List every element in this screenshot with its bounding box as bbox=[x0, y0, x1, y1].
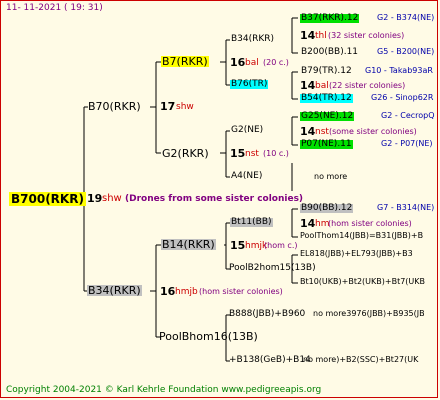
gen4-r7-queen[interactable]: G25(NE).12 bbox=[300, 112, 355, 121]
gen4-r3-queen[interactable]: B200(BB).11 bbox=[301, 48, 358, 57]
gen4-r5-note: (22 sister colonies) bbox=[329, 81, 406, 90]
gen4-r3-id: G5 - B200(NE) bbox=[377, 47, 435, 56]
gen4-r15-queen[interactable]: Bt10(UKB)+Bt2(UKB)+Bt7(UKB bbox=[300, 278, 425, 286]
gen1-bottom-generation: 16 bbox=[160, 285, 176, 298]
root-note: (Drones from some sister colonies) bbox=[125, 194, 304, 204]
gen4-r7-id: G2 - CecropQ bbox=[381, 111, 435, 120]
report-date: 11- 11-2021 ( 19: 31) bbox=[6, 3, 103, 13]
gen4-r8-note: (some sister colonies) bbox=[329, 127, 417, 136]
gen2-b-note: (10 c.) bbox=[263, 149, 289, 158]
gen4-r8-generation: 14 bbox=[300, 125, 316, 138]
root-generation: 19 bbox=[87, 192, 103, 205]
gen2-c-note: (hom c.) bbox=[264, 241, 298, 250]
gen4-r2-mark: thl bbox=[315, 31, 327, 41]
gen2-a-generation: 16 bbox=[230, 56, 246, 69]
gen4-r2-generation: 14 bbox=[300, 29, 316, 42]
gen4-r6-id: G26 - Sinop62R bbox=[371, 93, 434, 102]
gen3-c1-queen[interactable]: Bt11(BB) bbox=[230, 218, 273, 227]
gen2-a-note: (20 c.) bbox=[263, 58, 289, 67]
copyright: Copyright 2004-2021 © Karl Kehrle Founda… bbox=[6, 385, 322, 395]
gen2-c-queen[interactable]: B14(RKR) bbox=[161, 239, 216, 250]
gen4-r8-mark: nst bbox=[315, 127, 329, 137]
gen4-r9-id: G2 - P07(NE) bbox=[381, 139, 433, 148]
gen3-a1-queen[interactable]: B34(RKR) bbox=[231, 35, 274, 44]
gen1-top-generation: 17 bbox=[160, 100, 176, 113]
gen1-top-queen[interactable]: B70(RKR) bbox=[88, 101, 141, 112]
gen4-r12-generation: 14 bbox=[300, 217, 316, 230]
gen4-r4-id: G10 - Takab93aR bbox=[365, 66, 433, 75]
gen3-b2-queen[interactable]: A4(NE) bbox=[231, 172, 262, 181]
gen3-c2-queen[interactable]: PoolB2hom15(13B) bbox=[229, 264, 316, 273]
gen4-r17-text: no more)+B2(SSC)+Bt27(UK bbox=[303, 355, 419, 364]
gen4-r11-id: G7 - B314(NE) bbox=[377, 203, 435, 212]
gen2-b-generation: 15 bbox=[230, 147, 246, 160]
gen4-r13-queen[interactable]: PoolThom14(JBB)=B31(JBB)+B bbox=[300, 232, 423, 240]
gen2-b-queen[interactable]: G2(RKR) bbox=[162, 148, 209, 159]
gen4-r16-text: no more3976(JBB)+B935(JB bbox=[313, 309, 425, 318]
gen3-d2-queen[interactable]: +B138(GeB)+B14 bbox=[229, 356, 311, 365]
gen4-r5-mark: bal bbox=[315, 81, 329, 91]
gen2-a-queen[interactable]: B7(RKR) bbox=[161, 56, 209, 67]
root-queen[interactable]: B700(RKR) bbox=[9, 192, 86, 206]
gen1-bottom-note: (hom sister colonies) bbox=[199, 287, 283, 296]
gen4-r9-queen[interactable]: P07(NE).11 bbox=[300, 140, 353, 149]
gen1-bottom-queen[interactable]: B34(RKR) bbox=[87, 285, 142, 296]
gen4-r6-queen[interactable]: B54(TR).12 bbox=[300, 94, 353, 103]
gen4-r11-queen[interactable]: B90(BB).12 bbox=[300, 204, 354, 213]
gen4-r5-generation: 14 bbox=[300, 79, 316, 92]
gen3-a2-queen[interactable]: B76(TR) bbox=[230, 80, 269, 89]
gen2-a-mark: bal bbox=[245, 58, 259, 68]
gen4-r2-note: (32 sister colonies) bbox=[328, 31, 405, 40]
gen1-top-mark: shw bbox=[176, 102, 194, 112]
gen2-c-generation: 15 bbox=[230, 239, 246, 252]
gen2-d-queen[interactable]: PoolBhom16(13B) bbox=[159, 331, 258, 342]
root-mark: shw bbox=[102, 193, 122, 204]
gen1-bottom-mark: hmjb bbox=[175, 287, 198, 297]
gen4-r12-note: (hom sister colonies) bbox=[328, 219, 412, 228]
gen4-r1-queen[interactable]: B37(RKR).12 bbox=[300, 14, 360, 23]
gen3-d1-queen[interactable]: B888(JBB)+B960 bbox=[229, 310, 305, 319]
gen4-r1-id: G2 - B374(NE) bbox=[377, 13, 435, 22]
gen4-r14-queen[interactable]: EL818(JBB)+EL793(JBB)+B3 bbox=[300, 250, 413, 258]
gen4-r4-queen[interactable]: B79(TR).12 bbox=[301, 67, 352, 76]
gen2-b-mark: nst bbox=[245, 149, 259, 159]
gen3-b1-queen[interactable]: G2(NE) bbox=[231, 126, 263, 135]
gen4-r10-text: no more bbox=[314, 172, 348, 181]
